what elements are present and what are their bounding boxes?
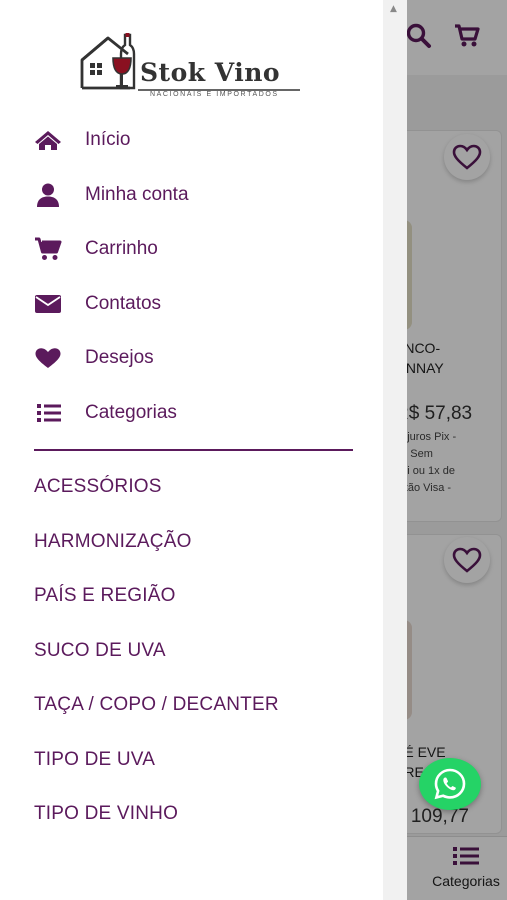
menu-item-label: Início: [85, 129, 131, 150]
menu-item-desejos[interactable]: Desejos: [34, 340, 364, 376]
whatsapp-icon: [434, 768, 466, 800]
envelope-icon: [34, 292, 64, 316]
scroll-up-arrow-icon[interactable]: ▲: [390, 4, 397, 14]
category-acessorios[interactable]: ACESSÓRIOS: [34, 476, 162, 498]
category-taca-copo-decanter[interactable]: TAÇA / COPO / DECANTER: [34, 694, 279, 716]
cart-icon: [34, 237, 64, 261]
brand-tagline: NACIONAIS E IMPORTADOS: [150, 91, 279, 98]
drawer-scrollbar[interactable]: ▲: [383, 0, 407, 900]
menu-item-label: Contatos: [85, 293, 162, 314]
list-icon: [34, 401, 64, 425]
menu-divider: [34, 449, 353, 451]
menu-item-minha-conta[interactable]: Minha conta: [34, 177, 364, 213]
menu-item-categorias[interactable]: Categorias: [34, 395, 364, 431]
menu-item-inicio[interactable]: Início: [34, 122, 364, 158]
menu-item-label: Carrinho: [85, 238, 158, 259]
whatsapp-button[interactable]: [419, 758, 481, 810]
menu-item-label: Categorias: [85, 402, 177, 423]
category-tipo-de-uva[interactable]: TIPO DE UVA: [34, 749, 155, 771]
category-pais-e-regiao[interactable]: PAÍS E REGIÃO: [34, 585, 176, 607]
home-icon: [34, 128, 64, 152]
menu-item-label: Minha conta: [85, 184, 189, 205]
menu-item-label: Desejos: [85, 347, 154, 368]
category-suco-de-uva[interactable]: SUCO DE UVA: [34, 640, 166, 662]
brand-name: Stok Vino: [140, 58, 281, 87]
side-drawer: Stok Vino NACIONAIS E IMPORTADOS Início …: [0, 0, 383, 900]
menu-item-contatos[interactable]: Contatos: [34, 286, 364, 322]
menu-item-carrinho[interactable]: Carrinho: [34, 231, 364, 267]
heart-icon: [34, 346, 64, 370]
category-tipo-de-vinho[interactable]: TIPO DE VINHO: [34, 803, 178, 825]
category-harmonizacao[interactable]: HARMONIZAÇÃO: [34, 531, 192, 553]
user-icon: [34, 183, 64, 207]
